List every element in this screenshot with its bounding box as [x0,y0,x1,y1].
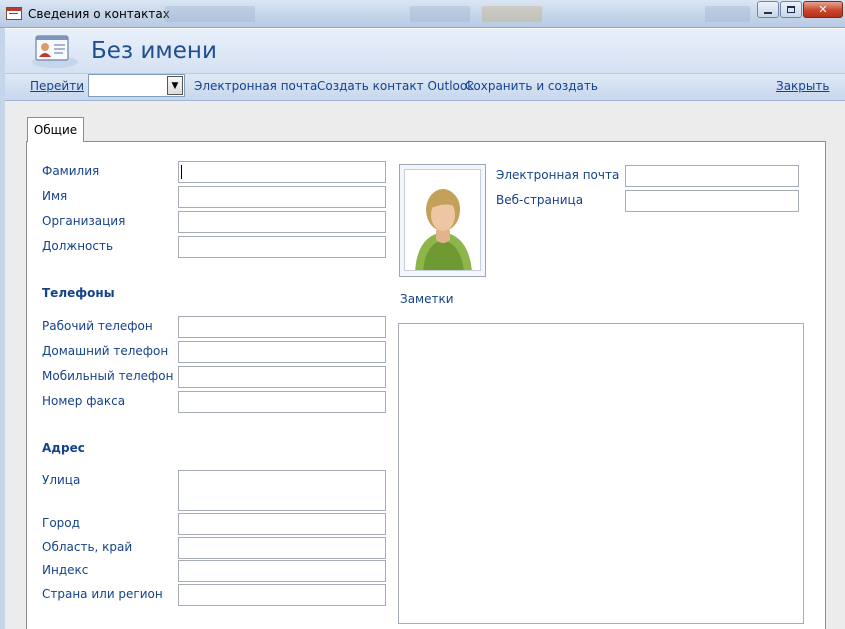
street-label: Улица [42,473,81,487]
work-phone-label: Рабочий телефон [42,319,153,333]
company-field[interactable] [178,211,386,233]
job-title-field[interactable] [178,236,386,258]
job-title-label: Должность [42,239,114,253]
web-page-field[interactable] [625,190,799,212]
zip-label: Индекс [42,563,89,577]
last-name-field[interactable] [178,161,386,183]
last-name-label: Фамилия [42,164,100,178]
street-field[interactable] [178,470,386,511]
web-page-label: Веб-страница [496,193,584,207]
window-title: Сведения о контактах [28,7,170,21]
region-field[interactable] [178,537,386,559]
zip-field[interactable] [178,560,386,582]
goto-dropdown-button[interactable]: ▼ [167,76,183,95]
background-ribbon-ghost [482,6,542,22]
phones-section-title: Телефоны [42,286,115,300]
fax-field[interactable] [178,391,386,413]
close-window-button[interactable]: ✕ [803,1,843,18]
company-label: Организация [42,214,126,228]
create-outlook-contact-link[interactable]: Создать контакт Outlook [317,79,474,93]
home-phone-field[interactable] [178,341,386,363]
email-link[interactable]: Электронная почта [194,79,317,93]
contact-card-icon [32,35,78,68]
chevron-down-icon: ▼ [171,80,179,91]
close-link[interactable]: Закрыть [776,79,829,93]
first-name-field[interactable] [178,186,386,208]
mobile-phone-label: Мобильный телефон [42,369,174,383]
home-phone-label: Домашний телефон [42,344,169,358]
mobile-phone-field[interactable] [178,366,386,388]
fax-label: Номер факса [42,394,126,408]
maximize-button[interactable] [780,1,802,18]
close-icon: ✕ [818,3,828,16]
notes-label: Заметки [400,292,454,306]
text-caret [181,165,182,179]
background-ribbon-ghost [165,6,255,22]
region-label: Область, край [42,540,133,554]
tab-general[interactable]: Общие [27,117,84,142]
city-field[interactable] [178,513,386,535]
city-label: Город [42,516,80,530]
address-section-title: Адрес [42,441,85,455]
minimize-button[interactable] [757,1,779,18]
notes-field[interactable] [398,323,804,624]
country-label: Страна или регион [42,587,163,601]
work-phone-field[interactable] [178,316,386,338]
first-name-label: Имя [42,189,68,203]
goto-label: Перейти [30,79,84,93]
person-photo-icon [415,189,472,270]
restore-icon [787,6,795,13]
minimize-icon [764,11,772,14]
email-label: Электронная почта [496,168,620,182]
form-icon [6,7,22,20]
form-title: Без имени [91,38,217,64]
save-and-new-link[interactable]: Сохранить и создать [465,79,598,93]
country-field[interactable] [178,584,386,606]
photo-placeholder [404,169,481,271]
background-ribbon-ghost [705,6,750,22]
background-ribbon-ghost [410,6,470,22]
email-field[interactable] [625,165,799,187]
